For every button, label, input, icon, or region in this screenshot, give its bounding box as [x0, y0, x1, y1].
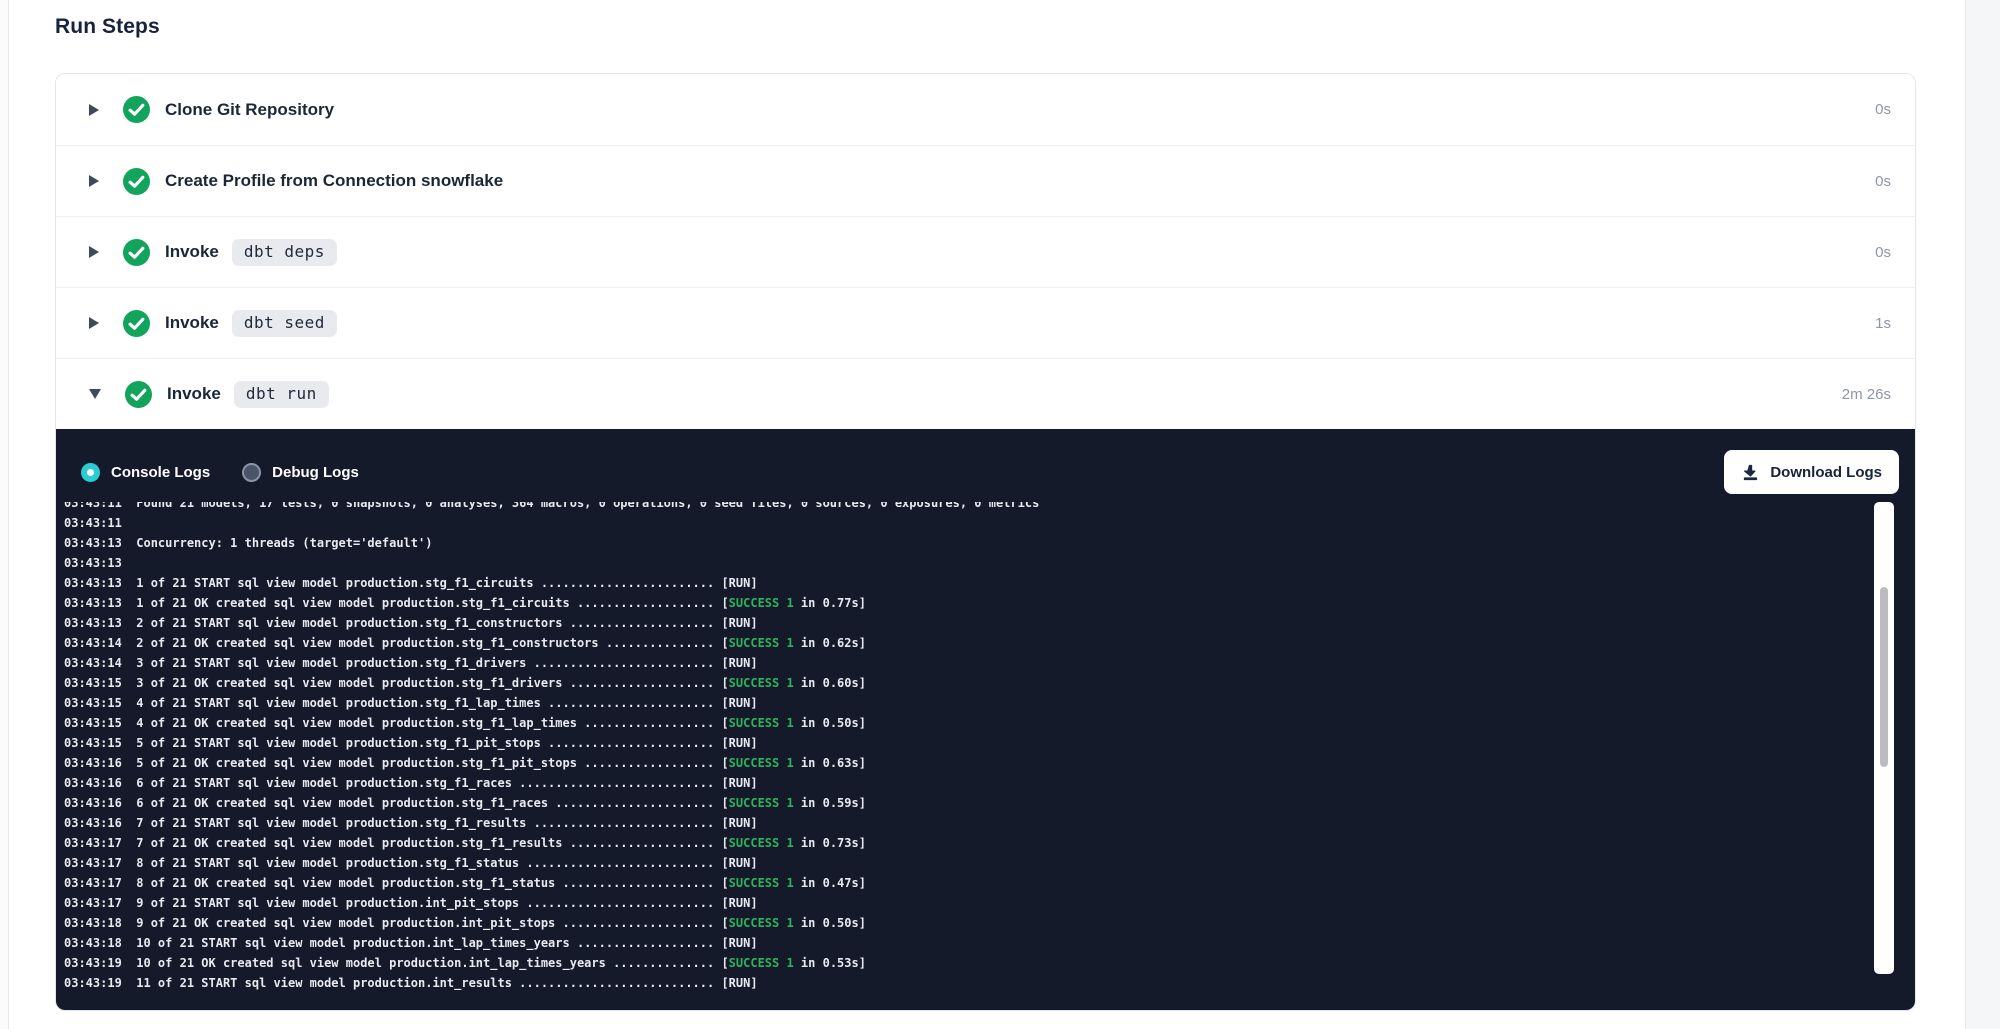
step-label: Clone Git Repository — [165, 100, 334, 120]
log-line: 03:43:13 — [64, 553, 1915, 573]
page-title: Run Steps — [55, 13, 1964, 40]
log-line: 03:43:13 1 of 21 OK created sql view mod… — [64, 593, 1915, 613]
page-left-rail — [0, 0, 9, 1029]
check-circle-icon — [123, 168, 150, 195]
log-line: 03:43:16 7 of 21 START sql view model pr… — [64, 813, 1915, 833]
console-logs-radio[interactable]: Console Logs — [81, 463, 210, 482]
step-label: Create Profile from Connection snowflake — [165, 171, 503, 191]
radio-selected-icon[interactable] — [81, 463, 100, 482]
log-line: 03:43:17 7 of 21 OK created sql view mod… — [64, 833, 1915, 853]
log-line: 03:43:17 8 of 21 OK created sql view mod… — [64, 873, 1915, 893]
download-logs-label: Download Logs — [1770, 464, 1882, 481]
radio-unselected-icon[interactable] — [242, 463, 261, 482]
log-scrollbar-thumb[interactable] — [1880, 587, 1888, 767]
caret-right-icon[interactable] — [89, 246, 99, 258]
step-row-invoke-dbt-run[interactable]: Invoke dbt run 2m 26s — [56, 358, 1915, 429]
caret-right-icon[interactable] — [89, 317, 99, 329]
log-lines: 03:43:11 Found 21 models, 17 tests, 0 sn… — [64, 502, 1915, 993]
download-icon — [1741, 463, 1760, 482]
console-logs-label: Console Logs — [111, 464, 210, 481]
check-circle-icon — [123, 310, 150, 337]
log-line: 03:43:18 9 of 21 OK created sql view mod… — [64, 913, 1915, 933]
step-label: Invoke — [165, 313, 219, 333]
log-line: 03:43:15 4 of 21 OK created sql view mod… — [64, 713, 1915, 733]
log-line: 03:43:19 11 of 21 START sql view model p… — [64, 973, 1915, 993]
run-steps-section: Run Steps Clone Git Repository 0s Create… — [10, 0, 1964, 1011]
debug-logs-label: Debug Logs — [272, 464, 359, 481]
step-duration: 0s — [1875, 173, 1891, 190]
check-circle-icon — [125, 381, 152, 408]
step-command-chip: dbt deps — [232, 239, 337, 266]
log-line: 03:43:19 10 of 21 OK created sql view mo… — [64, 953, 1915, 973]
run-steps-card: Clone Git Repository 0s Create Profile f… — [55, 73, 1916, 1011]
step-row-invoke-dbt-seed[interactable]: Invoke dbt seed 1s — [56, 287, 1915, 358]
log-line: 03:43:14 2 of 21 OK created sql view mod… — [64, 633, 1915, 653]
log-line: 03:43:15 4 of 21 START sql view model pr… — [64, 693, 1915, 713]
step-row-clone-git-repository[interactable]: Clone Git Repository 0s — [56, 74, 1915, 145]
log-line: 03:43:13 1 of 21 START sql view model pr… — [64, 573, 1915, 593]
log-line: 03:43:11 Found 21 models, 17 tests, 0 sn… — [64, 502, 1915, 513]
caret-right-icon[interactable] — [89, 104, 99, 116]
steps-list: Clone Git Repository 0s Create Profile f… — [56, 74, 1915, 429]
step-row-invoke-dbt-deps[interactable]: Invoke dbt deps 0s — [56, 216, 1915, 287]
step-command-chip: dbt seed — [232, 310, 337, 337]
step-duration: 0s — [1875, 244, 1891, 261]
check-circle-icon — [123, 239, 150, 266]
log-scrollbar-track[interactable] — [1874, 502, 1894, 974]
log-panel: Console Logs Debug Logs Download Logs 03… — [56, 429, 1915, 1010]
debug-logs-radio[interactable]: Debug Logs — [242, 463, 359, 482]
step-duration: 2m 26s — [1842, 386, 1891, 403]
log-line: 03:43:15 3 of 21 OK created sql view mod… — [64, 673, 1915, 693]
log-line: 03:43:14 3 of 21 START sql view model pr… — [64, 653, 1915, 673]
check-circle-icon — [123, 96, 150, 123]
log-panel-toolbar: Console Logs Debug Logs Download Logs — [56, 429, 1915, 497]
step-label: Invoke — [167, 384, 221, 404]
log-line: 03:43:17 9 of 21 START sql view model pr… — [64, 893, 1915, 913]
log-line: 03:43:11 — [64, 513, 1915, 533]
log-line: 03:43:18 10 of 21 START sql view model p… — [64, 933, 1915, 953]
step-duration: 1s — [1875, 315, 1891, 332]
step-duration: 0s — [1875, 101, 1891, 118]
log-line: 03:43:15 5 of 21 START sql view model pr… — [64, 733, 1915, 753]
page-right-rail — [1965, 0, 2000, 1029]
log-line: 03:43:16 6 of 21 START sql view model pr… — [64, 773, 1915, 793]
step-command-chip: dbt run — [234, 381, 329, 408]
log-line: 03:43:16 5 of 21 OK created sql view mod… — [64, 753, 1915, 773]
log-line: 03:43:16 6 of 21 OK created sql view mod… — [64, 793, 1915, 813]
caret-down-icon[interactable] — [89, 389, 101, 399]
step-label: Invoke — [165, 242, 219, 262]
caret-right-icon[interactable] — [89, 175, 99, 187]
log-line: 03:43:13 Concurrency: 1 threads (target=… — [64, 533, 1915, 553]
log-line: 03:43:17 8 of 21 START sql view model pr… — [64, 853, 1915, 873]
console-log-output: 03:43:11 Found 21 models, 17 tests, 0 sn… — [56, 502, 1915, 994]
log-line: 03:43:13 2 of 21 START sql view model pr… — [64, 613, 1915, 633]
step-row-create-profile-from-connection-snowflake[interactable]: Create Profile from Connection snowflake… — [56, 145, 1915, 216]
download-logs-button[interactable]: Download Logs — [1724, 450, 1899, 494]
